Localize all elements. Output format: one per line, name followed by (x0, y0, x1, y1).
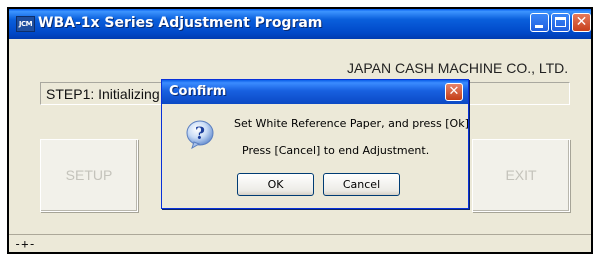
dialog-close-button[interactable]: ✕ (445, 83, 463, 101)
dialog-title: Confirm (169, 84, 227, 99)
status-text: -+- (14, 237, 36, 251)
maximize-icon (555, 17, 566, 27)
minimize-icon (535, 25, 543, 28)
close-icon: ✕ (575, 14, 588, 30)
app-icon: JCM (16, 16, 35, 32)
svg-text:?: ? (195, 124, 205, 144)
dialog-message-line1: Set White Reference Paper, and press [Ok… (234, 117, 469, 130)
cancel-button[interactable]: Cancel (323, 173, 400, 196)
exit-button[interactable]: EXIT (472, 139, 570, 212)
confirm-dialog: Confirm ✕ ? Set White Reference Paper, a… (161, 79, 469, 209)
step-status-text: STEP1: Initializing (46, 86, 160, 102)
setup-button[interactable]: SETUP (40, 139, 138, 212)
dialog-title-bar[interactable]: Confirm ✕ (162, 80, 468, 104)
status-bar: -+- (9, 234, 591, 252)
window-title: WBA-1x Series Adjustment Program (38, 15, 323, 31)
company-name: JAPAN CASH MACHINE CO., LTD. (347, 60, 569, 76)
close-button[interactable]: ✕ (572, 13, 591, 32)
main-title-bar[interactable]: JCM WBA-1x Series Adjustment Program ✕ (9, 9, 591, 39)
dialog-message-line2: Press [Cancel] to end Adjustment. (242, 144, 430, 157)
screenshot-stage: JCM WBA-1x Series Adjustment Program ✕ J… (0, 0, 600, 260)
question-icon: ? (186, 120, 214, 150)
maximize-button[interactable] (551, 13, 570, 32)
minimize-button[interactable] (530, 13, 549, 32)
ok-button[interactable]: OK (237, 173, 314, 196)
